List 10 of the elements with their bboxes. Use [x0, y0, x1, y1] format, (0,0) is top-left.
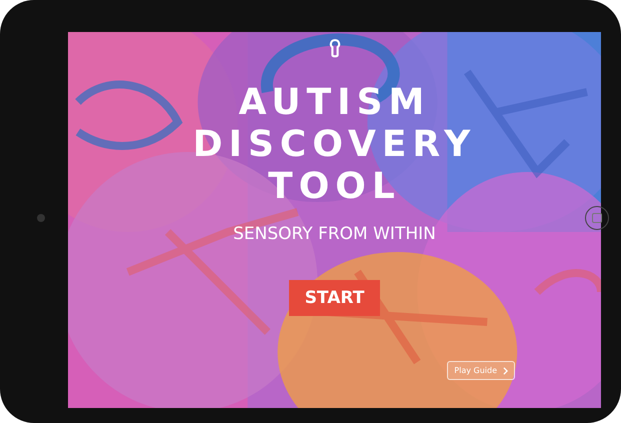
play-guide-button[interactable]: Play Guide — [447, 361, 515, 380]
chevron-icon — [503, 366, 508, 374]
logo-icon — [328, 38, 342, 58]
camera-icon — [37, 214, 45, 222]
home-button[interactable] — [585, 206, 609, 230]
app-subtitle: SENSORY FROM WITHIN — [233, 224, 436, 244]
app-title: DISCOVERY — [192, 124, 476, 166]
app-title: AUTISM — [238, 82, 430, 124]
app-title: TOOL — [268, 166, 401, 208]
start-button[interactable]: START — [288, 280, 380, 316]
